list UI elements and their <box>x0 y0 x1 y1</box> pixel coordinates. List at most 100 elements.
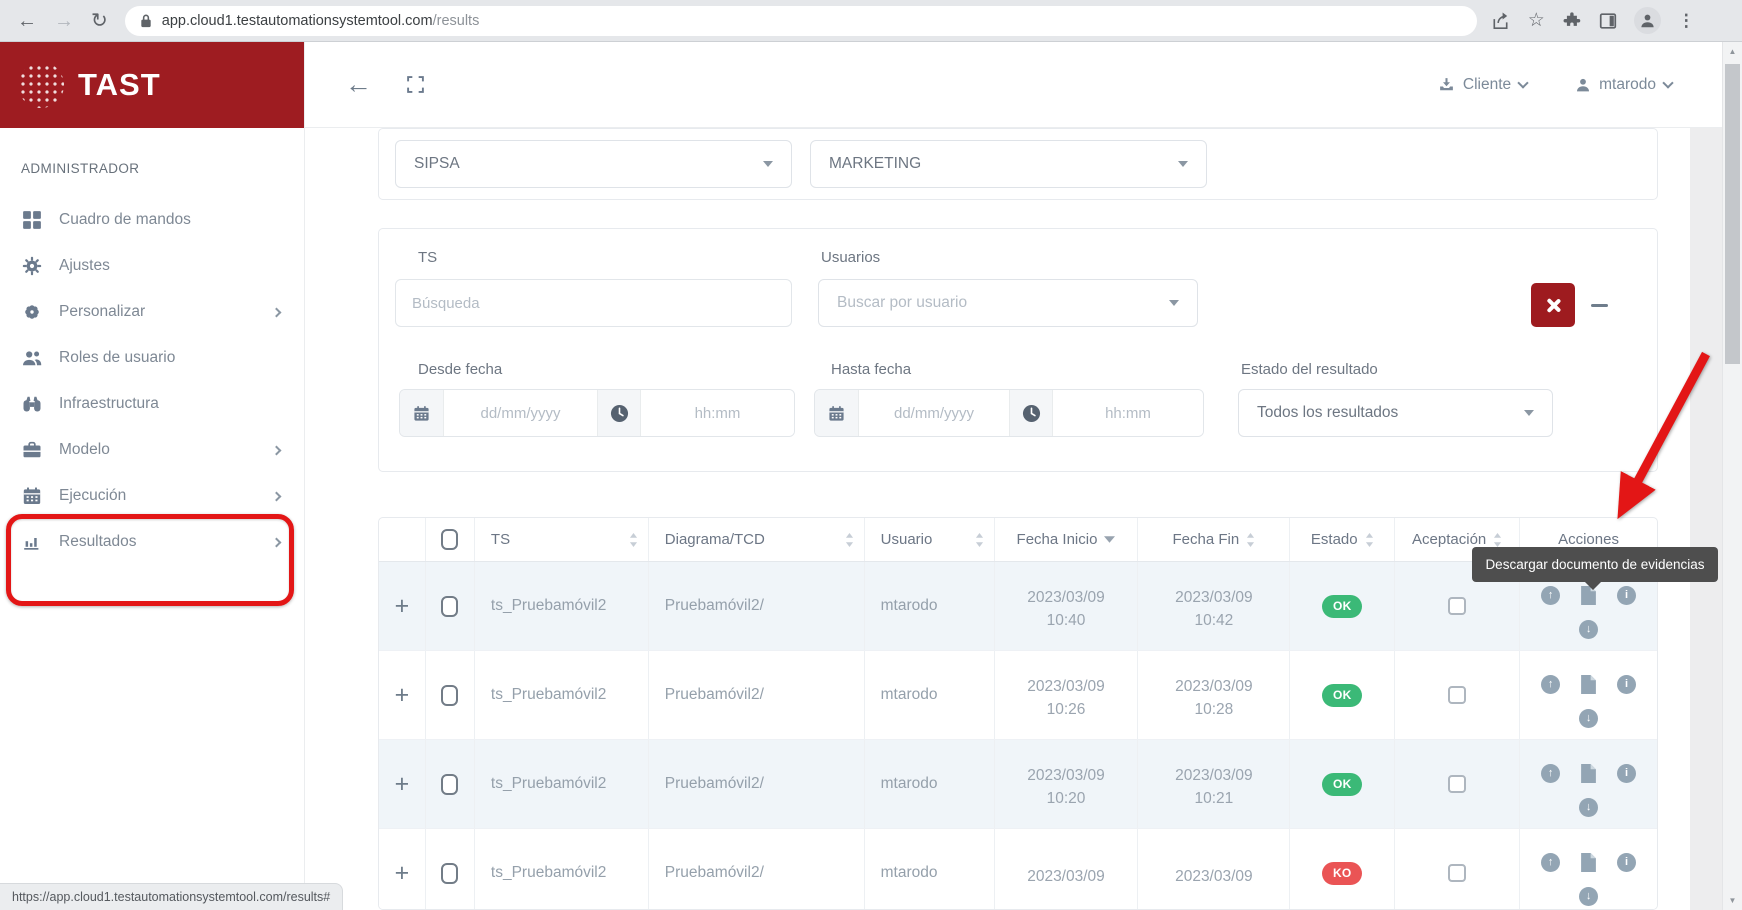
browser-scrollbar[interactable]: ▲ ▼ <box>1722 42 1742 910</box>
bookmark-star-icon[interactable]: ☆ <box>1526 10 1547 31</box>
action-download-icon[interactable]: ↓ <box>1579 887 1598 906</box>
sidebar-item-personalizar[interactable]: Personalizar <box>0 289 304 335</box>
calendar-icon[interactable] <box>400 390 444 436</box>
client-dropdown-label: Cliente <box>1463 76 1511 94</box>
sort-icon <box>845 533 854 547</box>
row-expand-cell: + <box>379 651 426 739</box>
row-checkbox[interactable] <box>441 863 458 884</box>
filters-card: TS Usuarios Buscar por usuario Desde fec… <box>378 228 1658 472</box>
binoculars-icon <box>22 394 42 414</box>
sidebar-item-label: Personalizar <box>59 303 145 321</box>
page-back-button[interactable]: ← <box>345 71 372 98</box>
to-time-input[interactable] <box>1053 390 1203 436</box>
clear-filters-button[interactable] <box>1531 283 1575 327</box>
action-document-icon[interactable] <box>1581 853 1596 872</box>
sidebar-item-ejecucion[interactable]: Ejecución <box>0 473 304 519</box>
action-download-icon[interactable]: ↓ <box>1579 709 1598 728</box>
flower-icon <box>22 302 42 322</box>
expand-row-button[interactable]: + <box>395 683 410 708</box>
download-tray-icon <box>1438 76 1455 93</box>
column-header-usuario[interactable]: Usuario <box>865 518 995 561</box>
row-select-cell <box>426 740 475 828</box>
action-document-icon[interactable] <box>1581 764 1596 783</box>
action-document-icon[interactable] <box>1581 675 1596 694</box>
calendar-icon[interactable] <box>815 390 859 436</box>
action-info-icon[interactable]: i <box>1617 675 1636 694</box>
column-header-diagrama-tcd[interactable]: Diagrama/TCD <box>649 518 865 561</box>
collapse-filters-button[interactable] <box>1587 293 1611 317</box>
acceptance-checkbox[interactable] <box>1448 864 1466 882</box>
sidebar-toggle-icon[interactable] <box>1598 10 1619 31</box>
sidebar-item-cuadro-de-mandos[interactable]: Cuadro de mandos <box>0 197 304 243</box>
action-upload-icon[interactable]: ↑ <box>1541 764 1560 783</box>
action-download-icon[interactable]: ↓ <box>1579 798 1598 817</box>
browser-profile-avatar[interactable] <box>1634 7 1661 34</box>
project-select[interactable]: MARKETING <box>810 140 1207 188</box>
from-date-label: Desde fecha <box>418 361 502 378</box>
sidebar-item-infraestructura[interactable]: Infraestructura <box>0 381 304 427</box>
column-header-ts[interactable]: TS <box>475 518 649 561</box>
brand-logo[interactable]: TAST <box>0 42 304 128</box>
browser-refresh-button[interactable]: ↻ <box>91 11 108 31</box>
client-dropdown[interactable]: Cliente <box>1438 76 1527 94</box>
select-all-checkbox[interactable] <box>441 529 458 550</box>
clock-icon[interactable] <box>597 390 641 436</box>
acceptance-checkbox[interactable] <box>1448 775 1466 793</box>
grid-icon <box>22 210 42 230</box>
column-header-fecha-inicio[interactable]: Fecha Inicio <box>995 518 1139 561</box>
browser-back-button[interactable]: ← <box>17 11 37 31</box>
fullscreen-icon[interactable] <box>406 75 425 94</box>
status-bar-link: https://app.cloud1.testautomationsystemt… <box>0 883 343 910</box>
browser-menu-icon[interactable]: ⋮ <box>1676 10 1697 31</box>
acceptance-checkbox[interactable] <box>1448 686 1466 704</box>
to-date-input[interactable] <box>859 390 1009 436</box>
sidebar-item-modelo[interactable]: Modelo <box>0 427 304 473</box>
users-select[interactable]: Buscar por usuario <box>818 279 1198 327</box>
sidebar-item-roles-de-usuario[interactable]: Roles de usuario <box>0 335 304 381</box>
url-bar[interactable]: app.cloud1.testautomationsystemtool.com/… <box>125 6 1477 36</box>
client-select-value: SIPSA <box>414 155 460 173</box>
column-label: Aceptación <box>1412 531 1486 548</box>
sort-icon <box>1493 533 1502 547</box>
to-date-label: Hasta fecha <box>831 361 911 378</box>
column-header-estado[interactable]: Estado <box>1290 518 1395 561</box>
sidebar-item-label: Modelo <box>59 441 110 459</box>
client-select[interactable]: SIPSA <box>395 140 792 188</box>
ts-search-input[interactable] <box>395 279 792 327</box>
sidebar-item-label: Cuadro de mandos <box>59 211 191 229</box>
cell-diagram-tcd: Pruebamóvil2/ <box>649 562 865 650</box>
scrollbar-thumb[interactable] <box>1725 64 1740 364</box>
extensions-icon[interactable] <box>1562 10 1583 31</box>
row-checkbox[interactable] <box>441 774 458 795</box>
table-header: TSDiagrama/TCDUsuarioFecha InicioFecha F… <box>379 518 1657 562</box>
action-upload-icon[interactable]: ↑ <box>1541 853 1560 872</box>
row-checkbox[interactable] <box>441 596 458 617</box>
from-date-input[interactable] <box>444 390 597 436</box>
ts-label: TS <box>418 249 437 266</box>
action-upload-icon[interactable]: ↑ <box>1541 675 1560 694</box>
scrollbar-up-arrow[interactable]: ▲ <box>1723 42 1742 56</box>
url-path: /results <box>433 13 480 29</box>
action-info-icon[interactable]: i <box>1617 586 1636 605</box>
action-upload-icon[interactable]: ↑ <box>1541 586 1560 605</box>
row-checkbox[interactable] <box>441 685 458 706</box>
expand-row-button[interactable]: + <box>395 772 410 797</box>
share-icon[interactable] <box>1490 10 1511 31</box>
result-state-select[interactable]: Todos los resultados <box>1238 389 1553 437</box>
action-info-icon[interactable]: i <box>1617 764 1636 783</box>
acceptance-checkbox[interactable] <box>1448 597 1466 615</box>
column-header-fecha-fin[interactable]: Fecha Fin <box>1138 518 1290 561</box>
header-select-column[interactable] <box>426 518 475 561</box>
expand-row-button[interactable]: + <box>395 861 410 886</box>
browser-toolbar: ← → ↻ app.cloud1.testautomationsystemtoo… <box>0 0 1742 42</box>
browser-forward-button[interactable]: → <box>54 11 74 31</box>
sidebar-item-label: Ejecución <box>59 487 126 505</box>
expand-row-button[interactable]: + <box>395 594 410 619</box>
action-info-icon[interactable]: i <box>1617 853 1636 872</box>
sidebar-item-ajustes[interactable]: Ajustes <box>0 243 304 289</box>
from-time-input[interactable] <box>641 390 794 436</box>
action-download-icon[interactable]: ↓ <box>1579 620 1598 639</box>
scrollbar-down-arrow[interactable]: ▼ <box>1723 896 1742 910</box>
clock-icon[interactable] <box>1009 390 1053 436</box>
user-dropdown[interactable]: mtarodo <box>1575 76 1672 94</box>
